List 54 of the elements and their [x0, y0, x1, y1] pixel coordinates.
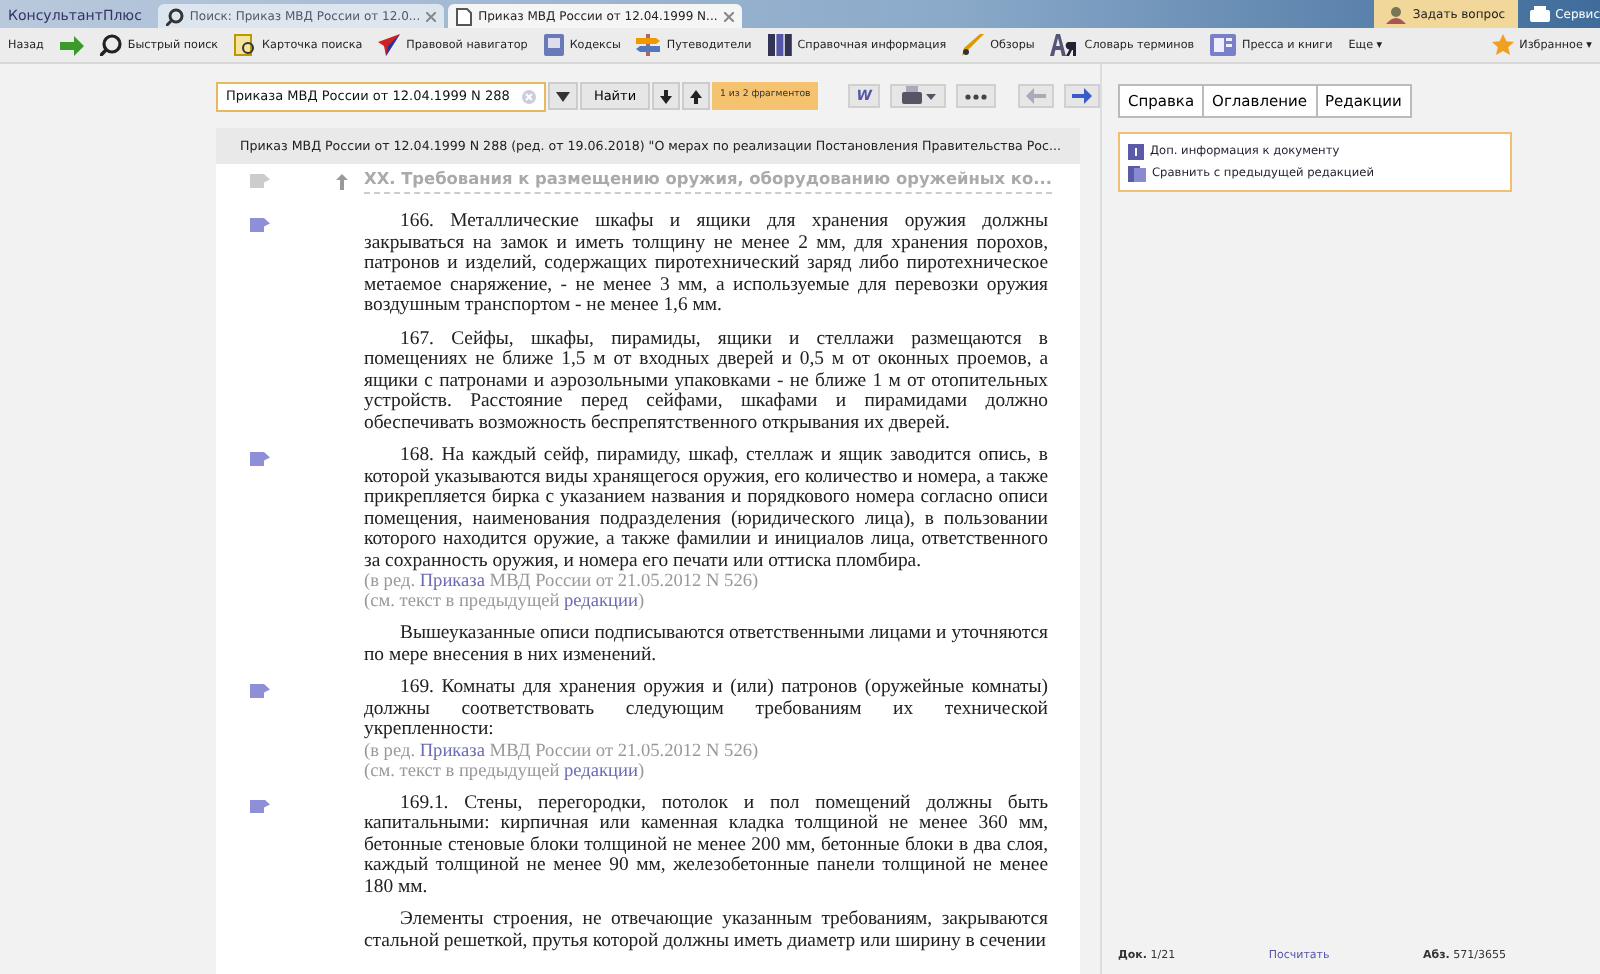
- binders-icon: [767, 34, 792, 56]
- paragraph-text: 166. Металлические шкафы и ящики для хранения оружия должны закрываться на замок и иметь толщину не менее 2 мм, для хранения порохов, патронов и изделий, содержащих пиротехнический заряд либо пиротехническое метаемое снаряжение, - не менее 3 мм, а используемые для перевозки оружия воздушным транспортом - не менее 1,6 мм.: [364, 212, 1048, 317]
- search-icon: [99, 34, 122, 56]
- next-button[interactable]: [652, 82, 681, 110]
- info-icon: [1128, 143, 1144, 159]
- edition-note: (см. текст в предыдущей редакции): [364, 761, 647, 781]
- paragraph-text: 168. На каждый сейф, пирамиду, шкаф, стеллаж и ящик заводится опись, в которой указываются виды хранящегося оружия, его количество и номера, а также прикрепляется бирка с указанием названия и порядкового номера согласно описи помещения, наименования подразделения (юридического лица), в пользовании которого находится оружие, а также фамилии и инициалов лица, ответственного за сохранность оружия, и номера его печати или оттиска пломбира.: [364, 446, 1048, 572]
- print-button[interactable]: [890, 84, 946, 108]
- star-icon: [1491, 34, 1514, 56]
- marker-icon[interactable]: [250, 174, 270, 188]
- person-icon: [1386, 5, 1407, 23]
- newspaper-icon: [1210, 34, 1237, 56]
- book-icon: [543, 34, 564, 56]
- printer-icon: [898, 86, 938, 106]
- search-icon: [165, 7, 184, 25]
- note-link[interactable]: Приказа: [419, 741, 485, 761]
- dropdown-button[interactable]: [547, 82, 578, 110]
- edition-note: (в ред. Приказа МВД России от 21.05.2012 N 526): [364, 572, 761, 592]
- marker-icon[interactable]: [250, 452, 270, 466]
- letters-icon: [1050, 34, 1079, 56]
- note-link[interactable]: Приказа: [419, 572, 485, 592]
- clear-icon[interactable]: [521, 89, 536, 103]
- more-button[interactable]: [956, 84, 996, 108]
- caret-icon: [555, 91, 570, 101]
- note-link[interactable]: редакции: [564, 592, 638, 612]
- down-arrow-icon: [660, 89, 673, 103]
- signpost-icon: [636, 34, 661, 56]
- paragraph-text: Вышеуказанные описи подписываются ответственными лицами и уточняются по мере внесения в них изменений.: [364, 624, 1048, 666]
- compass-needle-icon: [378, 34, 401, 56]
- up-arrow-icon[interactable]: [336, 173, 348, 189]
- note-link[interactable]: редакции: [564, 761, 638, 781]
- left-arrow-icon: [1026, 88, 1046, 104]
- right-arrow-icon: [59, 35, 84, 55]
- marker-icon[interactable]: [250, 218, 270, 232]
- previous-button[interactable]: [682, 82, 711, 110]
- right-arrow-icon: [1072, 88, 1092, 104]
- more-icon: [964, 93, 988, 99]
- marker-icon[interactable]: [250, 799, 270, 813]
- paragraph-text: 169. Комнаты для хранения оружия и (или) патронов (оружейные комнаты) должны соответствовать следующим требованиям их технической укрепленности:: [364, 678, 1048, 741]
- document-icon: [456, 7, 473, 25]
- edition-note: (см. текст в предыдущей редакции): [364, 592, 647, 612]
- paragraph-text: Элементы строения, не отвечающие указанным требованиям, закрываются стальной решеткой, прутья которой должны иметь диаметр или ширину в сечении: [364, 910, 1048, 952]
- magnifier-card-icon: [234, 34, 257, 56]
- edition-note: (в ред. Приказа МВД России от 21.05.2012 N 526): [364, 741, 761, 761]
- pen-icon: [962, 34, 985, 56]
- marker-icon[interactable]: [250, 684, 270, 698]
- back-button[interactable]: [1018, 84, 1054, 108]
- forward-button[interactable]: [1064, 84, 1100, 108]
- close-icon[interactable]: [426, 11, 437, 21]
- paragraph-text: 167. Сейфы, шкафы, пирамиды, ящики и стеллажи размещаются в помещениях не ближе 1,5 м от входных дверей и 0,5 м от оконных проемов, а ящики с патронами и аэрозольными упаковками - не ближе 1 м от отопительных устройств. Расстояние перед сейфами, шкафами и пирамидами должно обеспечивать возможность беспрепятственного открывания их дверей.: [364, 329, 1048, 434]
- paragraph-text: 169.1. Стены, перегородки, потолок и пол помещений должны быть капитальными: кирпичная или каменная кладка толщиной не менее 360 мм, бетонные стеновые блоки толщиной не менее 200 мм, бетонные блоки в два слоя, каждый толщиной не менее 90 мм, железобетонные панели толщиной не менее 180 мм.: [364, 793, 1048, 898]
- up-arrow-icon: [690, 89, 703, 103]
- pages-icon: [1128, 165, 1146, 181]
- close-icon[interactable]: [723, 11, 734, 21]
